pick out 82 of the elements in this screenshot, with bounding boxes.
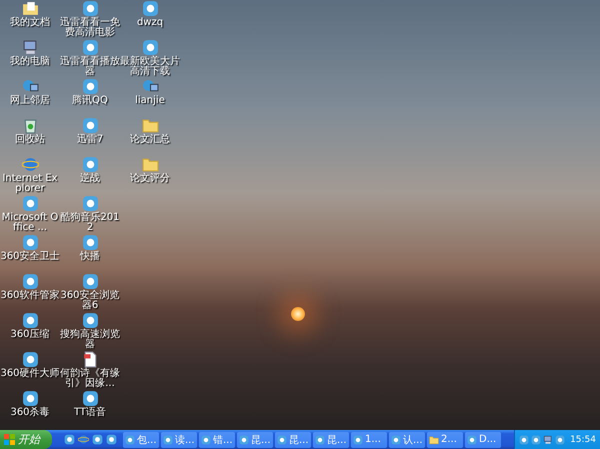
app-icon (22, 312, 38, 329)
desktop-icon-label[interactable]: 搜狗高速浏览器 (60, 330, 120, 350)
taskbar-task-button[interactable]: 读... (161, 432, 197, 448)
desktop-icon-label[interactable]: 360软件管家 (0, 291, 60, 301)
app-icon (82, 312, 98, 329)
desktop-icon-label[interactable]: 360压缩 (0, 330, 60, 340)
computer-icon (22, 39, 38, 56)
desktop-icon-label[interactable]: 迅雷看看播放器 (60, 57, 120, 77)
app-icon (82, 0, 98, 17)
desktop-icon-label[interactable]: 360安全卫士 (0, 252, 60, 262)
desktop-icon-label[interactable]: 迅雷7 (60, 135, 120, 145)
start-button[interactable]: 开始 (0, 430, 52, 449)
app-icon (239, 434, 249, 444)
app-icon (22, 195, 38, 212)
recycle-bin-icon (22, 117, 38, 134)
desktop-icon-label[interactable]: 回收站 (0, 135, 60, 145)
desktop-icon-label[interactable]: 论文汇总 (120, 135, 180, 145)
folder-icon (429, 434, 439, 444)
desktop-icon-label[interactable]: lianjie (120, 96, 180, 106)
folder-icon (142, 156, 158, 173)
desktop-icon-label[interactable]: 酷狗音乐2012 (60, 213, 120, 233)
taskbar-task-button[interactable]: 包... (123, 432, 159, 448)
clock: 15:54 (570, 434, 596, 444)
desktop-icon-label[interactable]: 快播 (60, 252, 120, 262)
desktop-icon-label[interactable]: 网上邻居 (0, 96, 60, 106)
app-icon (22, 390, 38, 407)
windows-logo-icon (4, 434, 15, 445)
taskbar-task-button[interactable]: 昆... (275, 432, 311, 448)
app-icon (82, 117, 98, 134)
app-icon (353, 434, 363, 444)
folder-icon (142, 117, 158, 134)
app-icon (142, 39, 158, 56)
document-icon (82, 351, 98, 368)
desktop-icon-label[interactable]: 360硬件大师 (0, 369, 60, 379)
taskbar-task-button[interactable]: 昆... (313, 432, 349, 448)
desktop-icon-label[interactable]: Internet Explorer (0, 174, 60, 194)
taskbar-task-button[interactable]: 1... (351, 432, 387, 448)
desktop-icon-label[interactable]: 何韵诗《有缘引》因缘... (60, 369, 120, 389)
desktop-icon-label[interactable]: 我的电脑 (0, 57, 60, 67)
sun-drawing (291, 307, 305, 321)
app-icon (142, 0, 158, 17)
folder-document-icon (22, 0, 38, 17)
taskbar-task-button[interactable]: D... (465, 432, 501, 448)
desktop-icon-label[interactable]: 逆战 (60, 174, 120, 184)
app-icon (22, 234, 38, 251)
app-icon (82, 78, 98, 95)
computer-icon (543, 434, 554, 444)
desktop-icon-label[interactable]: 我的文档 (0, 18, 60, 28)
app-icon (555, 434, 566, 444)
app-icon (125, 434, 135, 444)
desktop-icon-label[interactable]: 迅雷看看一免费高清电影 (60, 18, 120, 38)
taskbar-task-button[interactable]: 错... (199, 432, 235, 448)
app-icon (82, 39, 98, 56)
app-icon (22, 273, 38, 290)
app-icon (82, 390, 98, 407)
app-icon (519, 434, 530, 444)
app-icon (82, 273, 98, 290)
taskbar-task-button[interactable]: 2... (427, 432, 463, 448)
desktop-icon-label[interactable]: 最新欧美大片高清下载 (120, 57, 180, 77)
app-icon (315, 434, 325, 444)
desktop-icon-label[interactable]: TT语音 (60, 408, 120, 418)
taskbar-task-button[interactable]: 认... (389, 432, 425, 448)
desktop-icon-label[interactable]: 论文评分 (120, 174, 180, 184)
app-icon (106, 434, 117, 445)
taskbar-task-button[interactable]: 昆... (237, 432, 273, 448)
app-icon (64, 434, 75, 445)
app-icon (82, 234, 98, 251)
app-icon (467, 434, 477, 444)
app-icon (92, 434, 103, 445)
desktop-icon-label[interactable]: dwzq (120, 18, 180, 28)
app-icon (82, 195, 98, 212)
app-icon (201, 434, 211, 444)
app-icon (531, 434, 542, 444)
app-icon (163, 434, 173, 444)
app-icon (22, 351, 38, 368)
app-icon (277, 434, 287, 444)
desktop-icon-label[interactable]: 360杀毒 (0, 408, 60, 418)
desktop-icon-label[interactable]: 360安全浏览器6 (60, 291, 120, 311)
app-icon (82, 156, 98, 173)
desktop-icon-label[interactable]: Microsoft Office ... (0, 213, 60, 233)
app-icon (391, 434, 401, 444)
desktop-icon-label[interactable]: 腾讯QQ (60, 96, 120, 106)
